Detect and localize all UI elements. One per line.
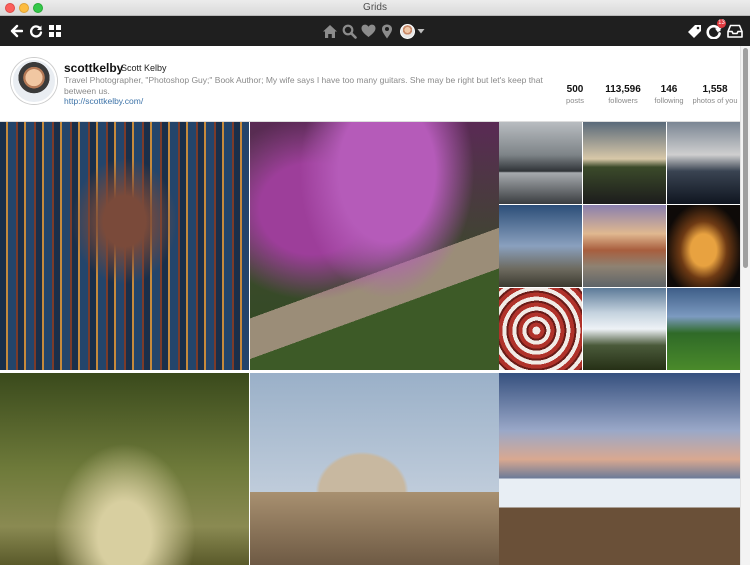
window-titlebar: Grids	[0, 0, 750, 16]
home-icon[interactable]	[321, 21, 339, 41]
avatar	[399, 23, 415, 39]
tag-icon[interactable]	[686, 21, 702, 41]
window-title: Grids	[363, 2, 387, 13]
profile-avatar-button[interactable]	[399, 21, 415, 41]
toolbar: 13	[0, 16, 750, 46]
photo-tile[interactable]	[667, 205, 740, 287]
photo-tile[interactable]	[499, 288, 582, 370]
profile-bio: Travel Photographer, "Photoshop Guy;" Bo…	[64, 75, 543, 96]
stat-value: 113,596	[605, 84, 641, 95]
profile-full-name: Scott Kelby	[121, 63, 167, 73]
search-icon[interactable]	[341, 21, 357, 41]
photo-tile[interactable]	[583, 205, 666, 287]
stat-following[interactable]: 146 following	[648, 84, 690, 105]
notification-badge: 13	[717, 19, 726, 28]
profile-username[interactable]: scottkelby	[64, 61, 123, 75]
location-pin-icon[interactable]	[380, 21, 394, 41]
stat-followers[interactable]: 113,596 followers	[598, 84, 648, 105]
stat-posts[interactable]: 500 posts	[552, 84, 598, 105]
photo-tile[interactable]	[499, 373, 740, 565]
profile-header: scottkelby Scott Kelby Travel Photograph…	[0, 46, 740, 122]
back-arrow-icon[interactable]	[8, 21, 24, 41]
photo-tile[interactable]	[583, 122, 666, 204]
stat-value: 146	[660, 84, 678, 95]
scrollbar[interactable]	[740, 46, 750, 565]
photo-tile[interactable]	[499, 205, 582, 287]
stat-value: 1,558	[702, 84, 728, 95]
chevron-down-icon[interactable]	[416, 21, 426, 41]
stat-photos-of-you[interactable]: 1,558 photos of you	[690, 84, 740, 105]
stat-label: followers	[608, 96, 638, 105]
refresh-icon[interactable]	[28, 21, 44, 41]
photo-tile[interactable]	[583, 288, 666, 370]
heart-icon[interactable]	[360, 21, 377, 41]
grid-view-icon[interactable]	[48, 21, 62, 41]
profile-website-link[interactable]: http://scottkelby.com/	[64, 96, 143, 106]
photo-tile[interactable]	[499, 122, 582, 204]
stat-value: 500	[566, 84, 584, 95]
photo-tile[interactable]	[667, 288, 740, 370]
scrollbar-thumb[interactable]	[743, 48, 748, 268]
activity-icon[interactable]: 13	[705, 19, 726, 41]
stat-label: posts	[566, 96, 584, 105]
photo-tile[interactable]	[0, 122, 249, 370]
stat-label: following	[654, 96, 684, 105]
photo-tile[interactable]	[667, 122, 740, 204]
photo-tile[interactable]	[0, 373, 249, 565]
stat-label: photos of you	[692, 96, 738, 105]
inbox-icon[interactable]	[726, 21, 744, 41]
photo-tile[interactable]	[250, 373, 499, 565]
photo-tile[interactable]	[250, 122, 499, 370]
profile-avatar[interactable]	[11, 58, 57, 104]
